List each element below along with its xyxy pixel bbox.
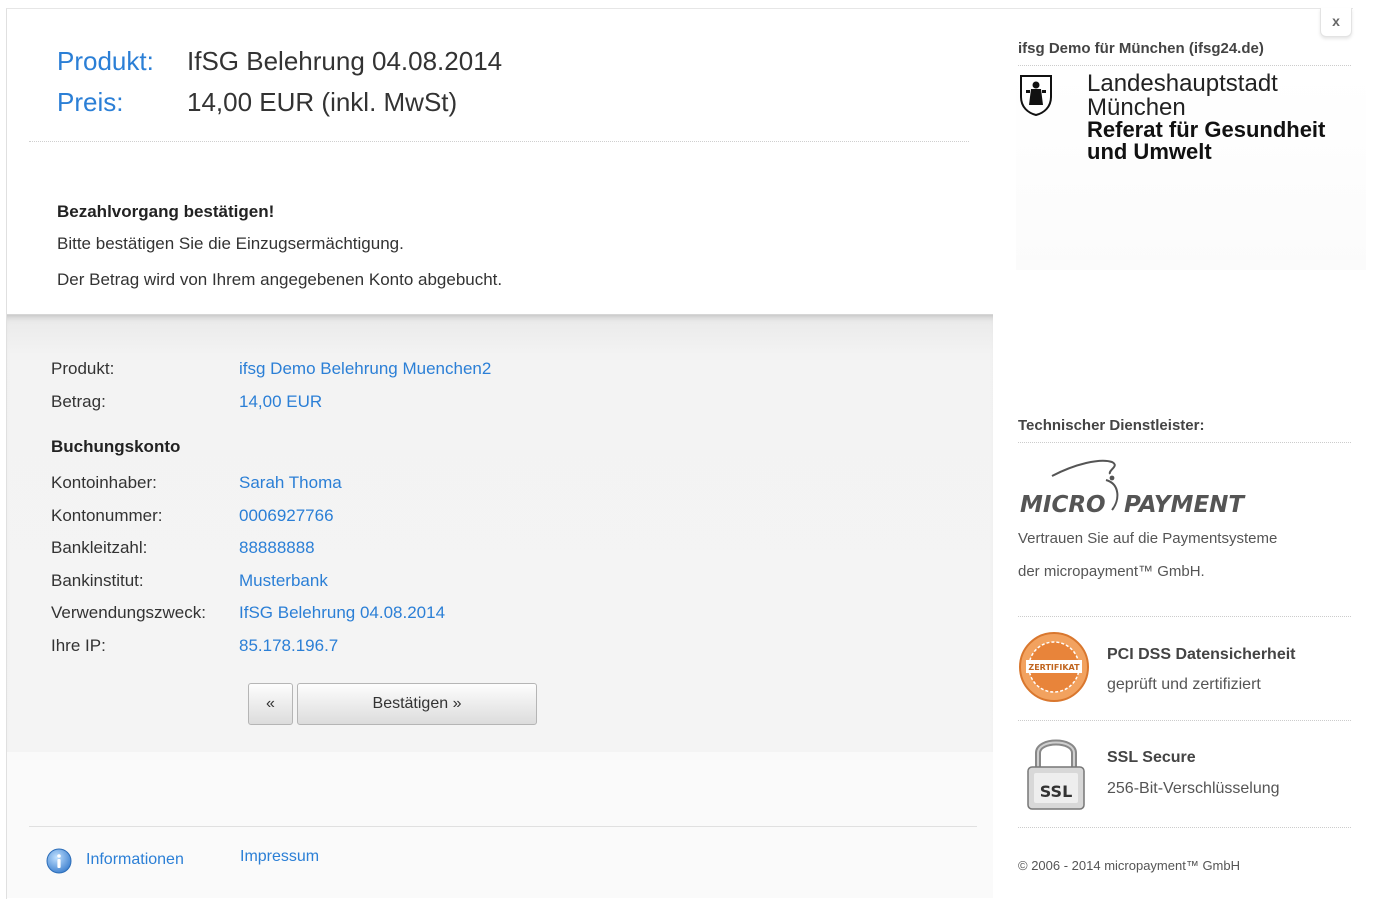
logo-micro-text: MICRO (1020, 492, 1106, 518)
detail-row-bank: Bankinstitut: Musterbank (51, 569, 328, 593)
detail-label: Verwendungszweck: (51, 603, 206, 622)
detail-label: Produkt: (51, 359, 115, 378)
detail-row-bank-code: Bankleitzahl: 88888888 (51, 536, 315, 560)
sidebar-divider (1018, 65, 1351, 66)
detail-value: 85.178.196.7 (239, 636, 339, 655)
detail-value: 14,00 EUR (239, 392, 323, 411)
detail-label: Bankinstitut: (51, 571, 144, 590)
price-label: Preis: (57, 87, 124, 117)
detail-row-amount: Betrag: 14,00 EUR (51, 390, 322, 414)
detail-label: Kontonummer: (51, 506, 163, 525)
product-row: Produkt: IfSG Belehrung 04.08.2014 (57, 46, 502, 77)
detail-value: ifsg Demo Belehrung Muenchen2 (239, 359, 492, 378)
impressum-link[interactable]: Impressum (240, 848, 319, 866)
detail-row-account-number: Kontonummer: 0006927766 (51, 504, 334, 528)
product-header: Produkt: IfSG Belehrung 04.08.2014 Preis:… (7, 9, 993, 314)
logo-line: und Umwelt (1087, 139, 1212, 164)
account-section-title: Buchungskonto (51, 437, 181, 456)
detail-row-purpose: Verwendungszweck: IfSG Belehrung 04.08.20… (51, 601, 445, 625)
lock-icon: SSL (1024, 733, 1088, 813)
provider-title: Technischer Dienstleister: (1018, 417, 1205, 434)
detail-value: Musterbank (239, 571, 328, 590)
detail-row-ip: Ihre IP: 85.178.196.7 (51, 634, 338, 658)
merchant-title: ifsg Demo für München (ifsg24.de) (1018, 40, 1264, 57)
sidebar-divider (1018, 616, 1351, 617)
ssl-subtitle: 256-Bit-Verschlüsselung (1107, 780, 1280, 797)
detail-label: Kontoinhaber: (51, 473, 157, 492)
sidebar-divider (1018, 720, 1351, 721)
confirm-text-2: Der Betrag wird von Ihrem angegebenen Ko… (57, 270, 503, 289)
ssl-title: SSL Secure (1107, 749, 1196, 766)
footer-divider (29, 826, 977, 827)
detail-row-holder: Kontoinhaber: Sarah Thoma (51, 471, 342, 495)
footer (7, 752, 993, 898)
copyright: © 2006 - 2014 micropayment™ GmbH (1018, 858, 1241, 873)
confirm-title: Bezahlvorgang bestätigen! (57, 202, 275, 221)
confirm-text-1: Bitte bestätigen Sie die Einzugsermächti… (57, 234, 404, 253)
detail-value: 88888888 (239, 538, 315, 557)
logo-line: Referat für Gesundheit (1087, 117, 1326, 142)
info-icon[interactable] (46, 848, 72, 874)
trust-text-2: der micropayment™ GmbH. (1018, 563, 1205, 580)
sidebar-divider (1018, 442, 1351, 443)
detail-value: 0006927766 (239, 506, 334, 525)
pci-seal-icon: ZERTIFIKAT (1018, 631, 1090, 703)
pci-subtitle: geprüft und zertifiziert (1107, 676, 1261, 693)
ssl-lock-text: SSL (1040, 782, 1073, 801)
pci-title: PCI DSS Datensicherheit (1107, 646, 1296, 663)
detail-value: IfSG Belehrung 04.08.2014 (239, 603, 446, 622)
back-button[interactable]: « (248, 683, 293, 725)
detail-label: Betrag: (51, 392, 106, 411)
logo-payment-text: PAYMENT (1124, 492, 1246, 518)
confirm-button[interactable]: Bestätigen » (297, 683, 537, 725)
munich-crest-icon (1018, 73, 1054, 117)
pci-seal-text: ZERTIFIKAT (1028, 663, 1080, 672)
merchant-logo-text: Landeshauptstadt München (1087, 72, 1278, 120)
merchant-logo-department: Referat für Gesundheit und Umwelt (1087, 119, 1325, 163)
close-button[interactable]: x (1320, 8, 1352, 37)
sidebar-divider (1018, 827, 1351, 828)
trust-text-1: Vertrauen Sie auf die Paymentsysteme (1018, 530, 1278, 547)
detail-row-product: Produkt: ifsg Demo Belehrung Muenchen2 (51, 357, 491, 381)
logo-line: Landeshauptstadt (1087, 70, 1278, 97)
detail-value: Sarah Thoma (239, 473, 342, 492)
price-value: 14,00 EUR (inkl. MwSt) (187, 87, 458, 117)
divider (29, 141, 969, 142)
price-row: Preis: 14,00 EUR (inkl. MwSt) (57, 87, 457, 118)
detail-label: Ihre IP: (51, 636, 106, 655)
informationen-link[interactable]: Informationen (86, 851, 184, 869)
detail-label: Bankleitzahl: (51, 538, 148, 557)
product-value: IfSG Belehrung 04.08.2014 (187, 46, 503, 76)
product-label: Produkt: (57, 46, 154, 76)
micropayment-logo: MICRO PAYMENT (1020, 456, 1250, 520)
